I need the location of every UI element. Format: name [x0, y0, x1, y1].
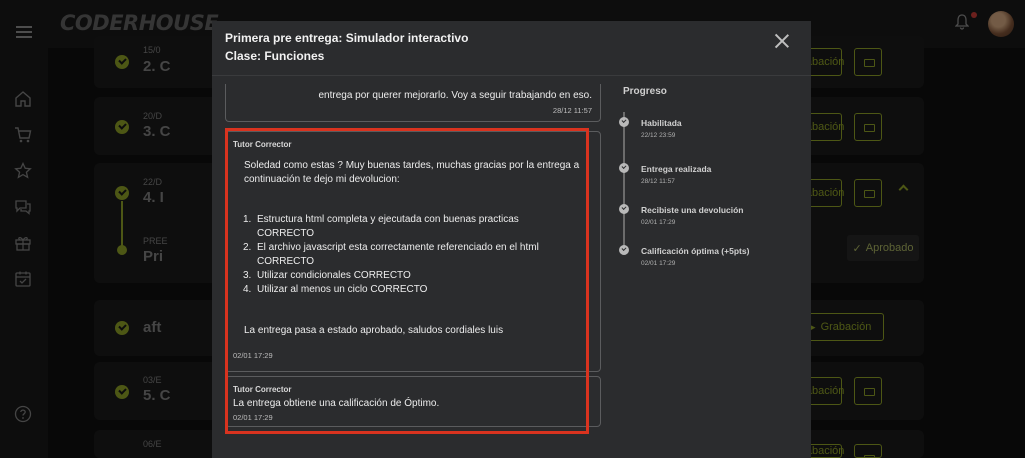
progress-step-label: Entrega realizada [641, 164, 712, 174]
progress-check-icon [619, 245, 629, 255]
progress-step-label: Recibiste una devolución [641, 205, 744, 215]
progress-step-label: Calificación óptima (+5pts) [641, 246, 750, 256]
message-item: entrega por querer mejorarlo. Voy a segu… [225, 84, 601, 122]
progress-check-icon [619, 204, 629, 214]
app-root: CODERHOUSE 15/0 [0, 0, 1025, 458]
progress-line [623, 112, 625, 252]
message-time: 28/12 11:57 [552, 106, 592, 115]
progress-check-icon [619, 117, 629, 127]
progress-check-icon [619, 163, 629, 173]
modal-title: Primera pre entrega: Simulador interacti… [225, 31, 469, 45]
progress-step-label: Habilitada [641, 118, 682, 128]
highlight-frame [225, 128, 589, 434]
modal-header: Primera pre entrega: Simulador interacti… [212, 21, 811, 76]
progress-step-time: 02/01 17:29 [641, 260, 676, 267]
feedback-modal: Primera pre entrega: Simulador interacti… [212, 21, 811, 458]
modal-subtitle: Clase: Funciones [225, 49, 325, 63]
progress-step-time: 02/01 17:29 [641, 219, 676, 226]
close-icon[interactable] [774, 33, 790, 49]
progress-title: Progreso [623, 86, 667, 97]
progress-step-time: 22/12 23:59 [641, 132, 676, 139]
progress-step-time: 28/12 11:57 [641, 178, 675, 185]
message-text: entrega por querer mejorarlo. Voy a segu… [318, 90, 592, 101]
